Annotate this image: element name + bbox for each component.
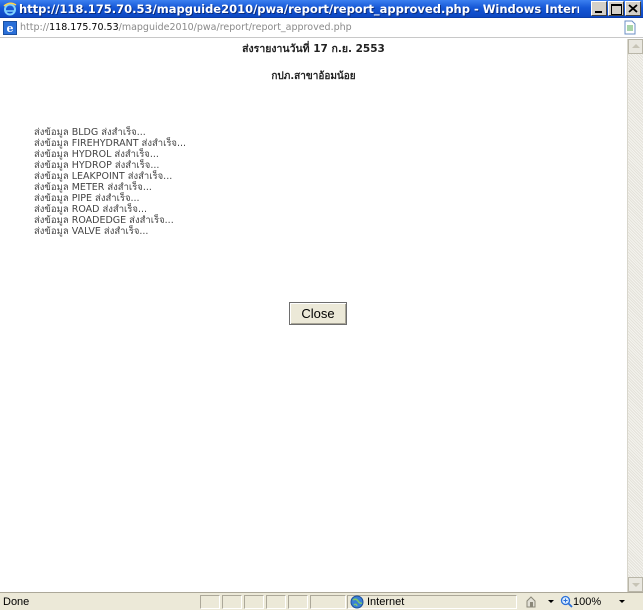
close-icon — [628, 4, 638, 13]
report-subtitle: กปภ.สาขาอ้อมน้อย — [271, 71, 356, 82]
status-bar: Done Internet 100% — [0, 592, 643, 610]
window-titlebar[interactable]: http://118.175.70.53/mapguide2010/pwa/re… — [0, 0, 643, 18]
chevron-down-icon[interactable] — [548, 600, 554, 603]
url-path: /mapguide2010/pwa/report/report_approved… — [118, 22, 352, 33]
list-item: ส่งข้อมูล PIPE ส่งสำเร็จ... — [34, 193, 140, 204]
list-item: ส่งข้อมูล ROAD ส่งสำเร็จ... — [34, 204, 148, 215]
vertical-scrollbar[interactable] — [627, 39, 643, 592]
list-item: ส่งข้อมูล BLDG ส่งสำเร็จ... — [34, 127, 146, 138]
zoom-icon[interactable] — [560, 595, 573, 608]
list-item: ส่งข้อมูล FIREHYDRANT ส่งสำเร็จ... — [34, 138, 187, 149]
status-pane — [222, 595, 242, 609]
list-item: ส่งข้อมูล ROADEDGE ส่งสำเร็จ... — [34, 215, 174, 226]
status-pane — [200, 595, 220, 609]
svg-text:e: e — [7, 22, 14, 35]
page-icon[interactable] — [623, 20, 637, 35]
list-item: ส่งข้อมูล HYDROP ส่งสำเร็จ... — [34, 160, 160, 171]
window-title: http://118.175.70.53/mapguide2010/pwa/re… — [19, 2, 579, 16]
status-pane — [288, 595, 308, 609]
status-text: Done — [3, 596, 30, 608]
close-button[interactable]: Close — [289, 302, 347, 325]
address-url[interactable]: http://118.175.70.53/mapguide2010/pwa/re… — [20, 21, 352, 35]
address-bar[interactable]: e http://118.175.70.53/mapguide2010/pwa/… — [0, 18, 643, 38]
zone-label: Internet — [367, 596, 405, 608]
ie-logo-icon — [3, 2, 17, 16]
status-pane — [244, 595, 264, 609]
zoom-level[interactable]: 100% — [573, 595, 601, 609]
url-host: 118.175.70.53 — [49, 22, 119, 33]
minimize-button[interactable] — [591, 1, 607, 16]
list-item: ส่งข้อมูล HYDROL ส่งสำเร็จ... — [34, 149, 159, 160]
chevron-down-icon[interactable] — [619, 600, 625, 603]
list-item: ส่งข้อมูล METER ส่งสำเร็จ... — [34, 182, 152, 193]
url-prefix: http:// — [20, 22, 50, 33]
close-window-button[interactable] — [625, 1, 641, 16]
page-content: ส่งรายงานวันที่ 17 ก.ย. 2553 กปภ.สาขาอ้อ… — [0, 39, 627, 592]
scroll-down-button[interactable] — [628, 577, 643, 592]
list-item: ส่งข้อมูล LEAKPOINT ส่งสำเร็จ... — [34, 171, 173, 182]
list-item: ส่งข้อมูล VALVE ส่งสำเร็จ... — [34, 226, 149, 237]
ie-page-icon: e — [3, 21, 17, 35]
status-pane — [266, 595, 286, 609]
upload-status-list: ส่งข้อมูล BLDG ส่งสำเร็จ... ส่งข้อมูล FI… — [34, 127, 186, 237]
protected-mode-icon[interactable] — [524, 595, 546, 609]
globe-icon — [350, 595, 364, 609]
status-pane — [310, 595, 346, 609]
scroll-up-button[interactable] — [628, 39, 643, 54]
maximize-button[interactable] — [608, 1, 624, 16]
report-title: ส่งรายงานวันที่ 17 ก.ย. 2553 — [242, 43, 385, 55]
